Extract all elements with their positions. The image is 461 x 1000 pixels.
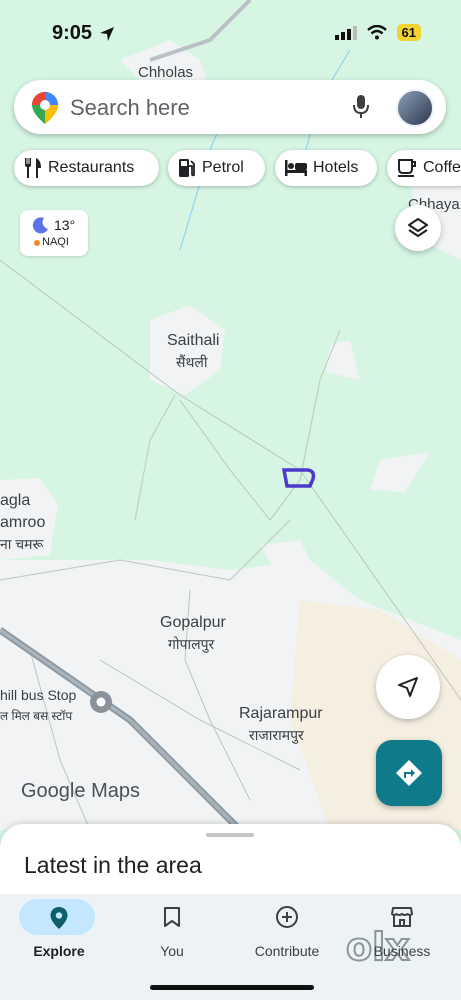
olx-watermark: olx <box>346 926 411 970</box>
status-bar: 9:05 61 <box>0 0 461 64</box>
place-label-rajarampur-hi: राजारामपुर <box>249 727 304 743</box>
nav-you[interactable]: You <box>122 894 222 974</box>
aqi-status-dot <box>34 240 40 246</box>
place-label-saithali[interactable]: Saithali <box>167 332 219 350</box>
bottom-sheet[interactable]: Latest in the area <box>0 824 461 904</box>
chip-label: Petrol <box>202 159 244 176</box>
chip-label: Coffe <box>423 159 461 176</box>
directions-button[interactable] <box>376 740 442 806</box>
logo-google: Google <box>21 780 86 802</box>
directions-icon <box>396 760 422 786</box>
chip-label: Restaurants <box>48 159 135 176</box>
nav-label: Contribute <box>254 943 320 959</box>
nav-label: You <box>160 943 184 959</box>
chip-petrol[interactable]: Petrol <box>168 150 265 186</box>
place-label-agla[interactable]: agla <box>0 492 30 510</box>
moon-icon <box>32 217 48 234</box>
bed-icon <box>285 160 307 176</box>
fuel-pump-icon <box>179 159 195 177</box>
coffee-cup-icon <box>398 159 416 177</box>
layers-button[interactable] <box>395 205 441 251</box>
wifi-icon <box>366 25 387 40</box>
sheet-title: Latest in the area <box>24 852 202 878</box>
bookmark-icon <box>164 907 180 927</box>
account-avatar[interactable] <box>396 89 434 127</box>
place-label-chholas[interactable]: Chholas <box>138 64 193 81</box>
logo-maps: Maps <box>91 780 140 802</box>
layers-icon <box>408 218 428 237</box>
place-label-bus-stop[interactable]: hill bus Stop <box>0 687 76 703</box>
weather-temperature: 13° <box>54 217 76 233</box>
add-circle-icon <box>276 906 298 928</box>
chip-coffee[interactable]: Coffe <box>387 150 461 186</box>
microphone-icon[interactable] <box>352 94 370 120</box>
search-input[interactable]: Search here <box>70 95 190 121</box>
home-indicator <box>150 985 314 990</box>
place-label-bus-stop-hi: ल मिल बस स्टॉप <box>0 709 73 723</box>
my-location-button[interactable] <box>376 655 440 719</box>
weather-widget[interactable]: 13° NAQI <box>20 210 88 256</box>
google-maps-logo: Google Maps <box>21 780 140 803</box>
cellular-signal-icon <box>334 25 357 40</box>
chip-label: Hotels <box>313 159 359 176</box>
olx-watermark-text: olx <box>346 926 410 969</box>
battery-indicator: 61 <box>396 24 421 41</box>
nav-contribute[interactable]: Contribute <box>237 894 337 974</box>
place-label-gopalpur[interactable]: Gopalpur <box>160 614 226 632</box>
place-label-rajarampur[interactable]: Rajarampur <box>239 705 323 723</box>
location-arrow-icon <box>100 27 114 41</box>
status-time: 9:05 <box>52 22 93 44</box>
location-pin-icon <box>50 907 68 929</box>
chip-restaurants[interactable]: Restaurants <box>14 150 159 186</box>
chip-hotels[interactable]: Hotels <box>275 150 377 186</box>
nav-label: Explore <box>33 943 85 959</box>
nav-explore[interactable]: Explore <box>9 894 109 974</box>
place-label-gopalpur-hi: गोपालपुर <box>168 636 215 652</box>
navigation-arrow-icon <box>398 677 418 697</box>
place-label-saithali-hi: सैंथली <box>176 354 208 370</box>
weather-aqi: NAQI <box>42 236 69 248</box>
search-bar[interactable]: Search here <box>14 80 446 134</box>
fork-knife-icon <box>25 158 41 178</box>
place-label-amroo-hi: ना चमरू <box>0 536 44 552</box>
sheet-drag-handle[interactable] <box>206 833 254 837</box>
place-label-amroo[interactable]: amroo <box>0 514 45 532</box>
google-maps-pin-icon <box>32 92 58 124</box>
